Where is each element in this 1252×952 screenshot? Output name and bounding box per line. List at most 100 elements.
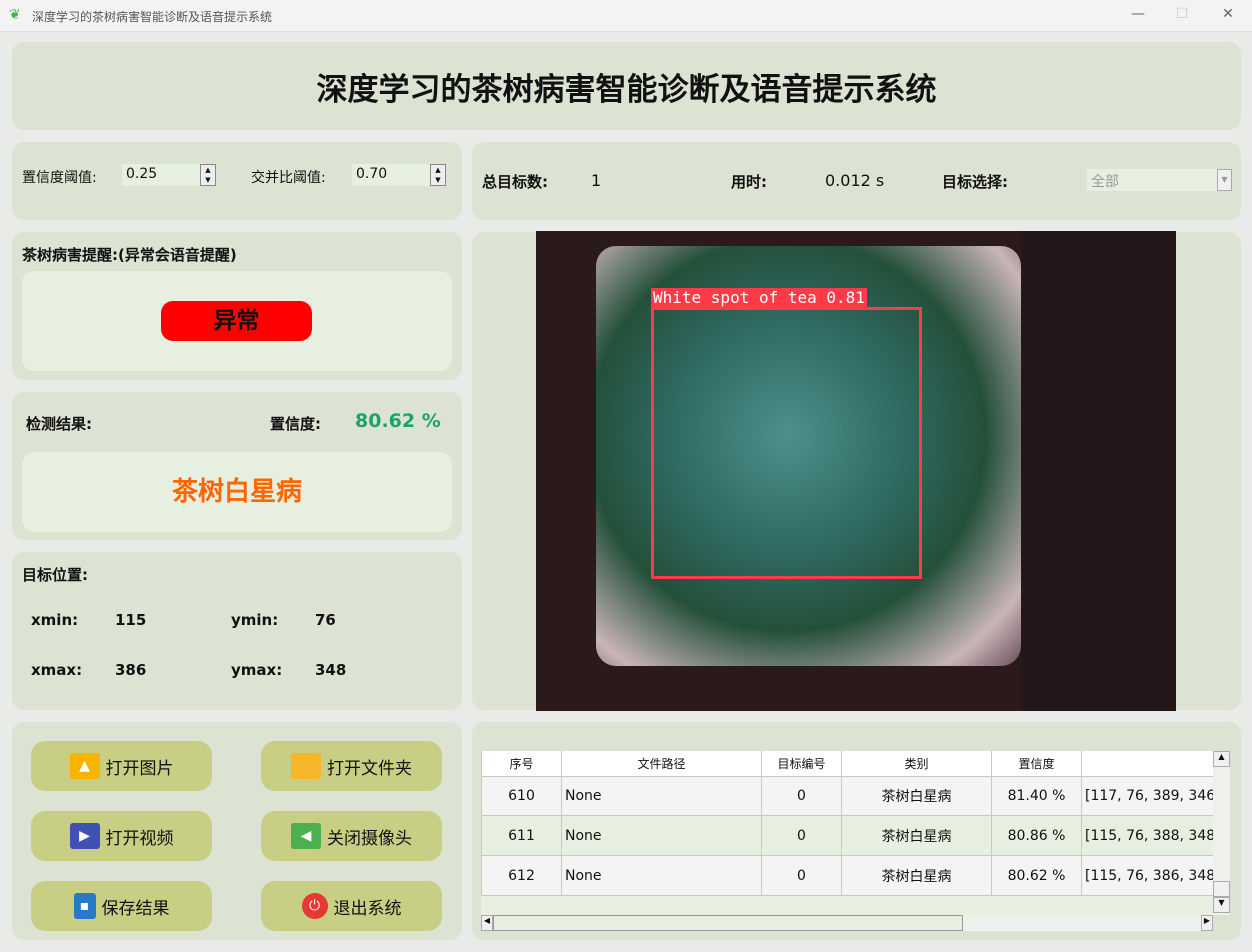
scroll-thumb-vertical[interactable]: [1213, 881, 1230, 897]
scroll-up-arrow[interactable]: ▲: [1213, 751, 1230, 767]
save-button[interactable]: ▪ 保存结果: [31, 881, 212, 931]
table-cell: 茶树白星病: [841, 775, 992, 816]
open-image-button[interactable]: ▲ 打开图片: [31, 741, 212, 791]
iou-threshold-input[interactable]: 0.70: [352, 164, 434, 186]
results-table-viewport: 序号文件路径目标编号类别置信度坐标位置 609None0茶树白星病81.48 %…: [481, 751, 1213, 915]
column-header[interactable]: 目标编号: [761, 751, 842, 777]
column-header[interactable]: 文件路径: [561, 751, 762, 777]
table-row[interactable]: 610 None 0 茶树白星病 81.40 % [117, 76, 389, 346]: [481, 775, 1213, 816]
confidence-label: 置信度:: [270, 415, 321, 433]
table-cell: None: [561, 855, 762, 896]
table-cell: 81.40 %: [991, 775, 1082, 816]
table-cell: None: [561, 815, 762, 856]
xmin-value: 115: [115, 611, 147, 629]
ymax-value: 348: [315, 661, 347, 679]
page-title: 深度学习的茶树病害智能诊断及语音提示系统: [316, 71, 937, 108]
position-title: 目标位置:: [22, 566, 88, 584]
buttons-panel: ▲ 打开图片 打开文件夹 ▶ 打开视频 ◀ 关闭摄像头 ▪ 保存结果 ⏻ 退出系统: [12, 722, 462, 940]
xmax-value: 386: [115, 661, 147, 679]
open-video-label: 打开视频: [105, 828, 174, 849]
scroll-down-arrow[interactable]: ▼: [1213, 897, 1230, 913]
close-camera-label: 关闭摄像头: [327, 828, 412, 849]
time-label: 用时:: [731, 173, 767, 191]
table-cell: None: [561, 775, 762, 816]
detection-label: White spot of tea 0.81: [651, 288, 867, 308]
film-icon: ▶: [69, 823, 100, 849]
alert-title: 茶树病害提醒:(异常会语音提醒): [22, 246, 237, 264]
table-cell: 80.86 %: [991, 815, 1082, 856]
result-panel: 检测结果: 置信度: 80.62 % 茶树白星病: [12, 392, 462, 540]
iou-threshold-label: 交并比阈值:: [251, 170, 326, 186]
table-panel: 序号文件路径目标编号类别置信度坐标位置 609None0茶树白星病81.48 %…: [472, 722, 1241, 940]
table-cell: 0: [761, 775, 842, 816]
vertical-scrollbar[interactable]: ▲ ▼: [1213, 751, 1230, 915]
image-icon: ▲: [69, 753, 100, 779]
folder-icon: [291, 753, 321, 779]
column-header[interactable]: 序号: [481, 751, 562, 777]
target-select[interactable]: 全部 ▼: [1087, 169, 1232, 191]
chevron-down-icon[interactable]: ▼: [1217, 169, 1232, 191]
detection-box: [651, 307, 922, 579]
table-cell: 0: [761, 815, 842, 856]
table-cell: 610: [481, 775, 562, 816]
target-select-value: 全部: [1091, 174, 1119, 190]
xmin-label: xmin:: [31, 611, 79, 629]
scroll-thumb-horizontal[interactable]: [493, 915, 963, 931]
close-camera-button[interactable]: ◀ 关闭摄像头: [261, 811, 442, 861]
close-button[interactable]: ✕: [1218, 6, 1238, 26]
ymin-label: ymin:: [231, 611, 279, 629]
app-leaf-icon: ❦: [9, 7, 21, 23]
open-image-label: 打开图片: [105, 758, 174, 779]
ymin-value: 76: [315, 611, 336, 629]
table-row[interactable]: 611 None 0 茶树白星病 80.86 % [115, 76, 388, 348]: [481, 815, 1213, 856]
table-cell: 茶树白星病: [841, 855, 992, 896]
alert-panel: 茶树病害提醒:(异常会语音提醒) 异常: [12, 232, 462, 380]
save-icon: ▪: [73, 893, 96, 919]
table-cell: [117, 76, 389, 346]: [1081, 775, 1213, 816]
maximize-button[interactable]: ☐: [1172, 6, 1192, 26]
table-cell: [115, 76, 386, 348]: [1081, 855, 1213, 896]
conf-threshold-input[interactable]: 0.25: [122, 164, 204, 186]
open-folder-label: 打开文件夹: [327, 758, 412, 779]
detected-class: 茶树白星病: [22, 452, 452, 532]
table-row[interactable]: 612 None 0 茶树白星病 80.62 % [115, 76, 386, 348]: [481, 855, 1213, 896]
table-cell: 80.62 %: [991, 855, 1082, 896]
table-cell: 0: [761, 855, 842, 896]
time-value: 0.012 s: [825, 171, 885, 190]
table-header: 序号文件路径目标编号类别置信度坐标位置: [481, 751, 1213, 777]
detection-image: White spot of tea 0.81: [536, 231, 1176, 711]
exit-button[interactable]: ⏻ 退出系统: [261, 881, 442, 931]
column-header[interactable]: 置信度: [991, 751, 1082, 777]
horizontal-scrollbar[interactable]: ◀ ▶: [481, 915, 1213, 931]
scroll-right-arrow[interactable]: ▶: [1201, 915, 1213, 931]
table-cell: 612: [481, 855, 562, 896]
column-header[interactable]: 类别: [841, 751, 992, 777]
alert-box: 异常: [22, 271, 452, 371]
minimize-button[interactable]: —: [1128, 6, 1148, 26]
save-label: 保存结果: [101, 898, 170, 919]
dark-edge: [1021, 231, 1176, 711]
total-targets-label: 总目标数:: [482, 173, 548, 191]
alert-status-badge: 异常: [161, 301, 312, 341]
header-panel: 深度学习的茶树病害智能诊断及语音提示系统: [12, 42, 1241, 130]
window-title: 深度学习的茶树病害智能诊断及语音提示系统: [32, 10, 273, 24]
position-panel: 目标位置: xmin: 115 ymin: 76 xmax: 386 ymax:…: [12, 552, 462, 710]
column-header[interactable]: 坐标位置: [1081, 751, 1213, 777]
open-video-button[interactable]: ▶ 打开视频: [31, 811, 212, 861]
scroll-left-arrow[interactable]: ◀: [481, 915, 493, 931]
result-label: 检测结果:: [26, 415, 92, 433]
table-cell: [115, 76, 388, 348]: [1081, 815, 1213, 856]
table-cell: 茶树白星病: [841, 815, 992, 856]
camera-icon: ◀: [291, 823, 321, 849]
image-panel: White spot of tea 0.81: [472, 231, 1241, 711]
stats-panel: 总目标数: 1 用时: 0.012 s 目标选择: 全部 ▼: [472, 142, 1241, 220]
conf-threshold-stepper[interactable]: ▲ ▼: [200, 164, 216, 186]
iou-threshold-stepper[interactable]: ▲ ▼: [430, 164, 446, 186]
power-icon: ⏻: [301, 893, 328, 919]
target-select-label: 目标选择:: [942, 173, 1008, 191]
ymax-label: ymax:: [231, 661, 283, 679]
xmax-label: xmax:: [31, 661, 83, 679]
confidence-value: 80.62 %: [355, 410, 441, 432]
open-folder-button[interactable]: 打开文件夹: [261, 741, 442, 791]
exit-label: 退出系统: [333, 898, 402, 919]
